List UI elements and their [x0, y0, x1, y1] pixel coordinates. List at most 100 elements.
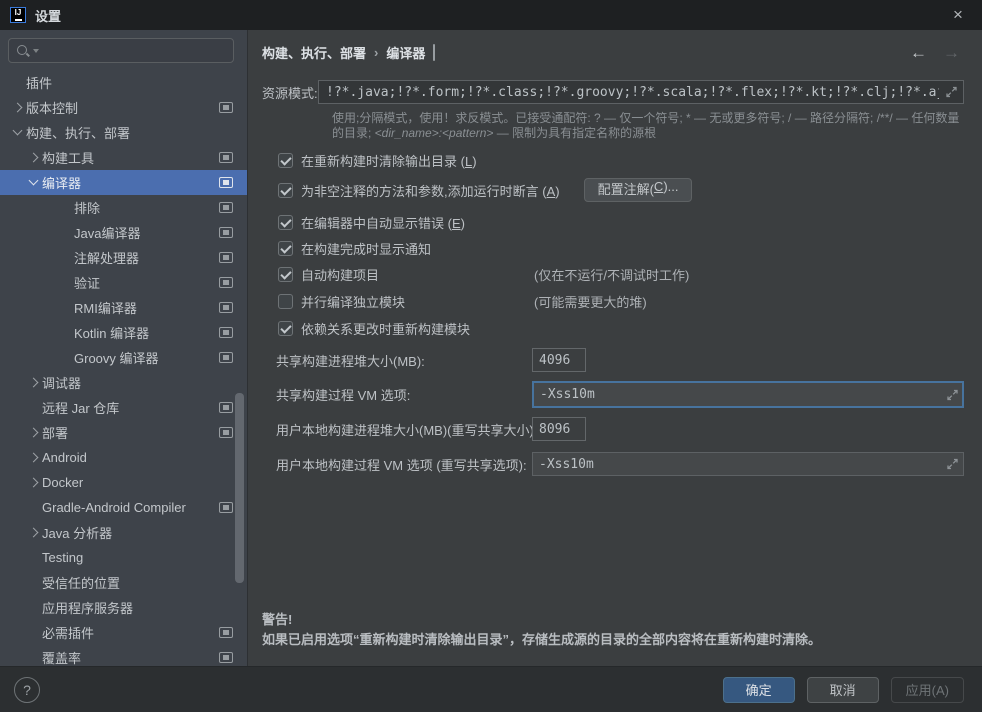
field-label: 用户本地构建过程 VM 选项 (重写共享选项):	[276, 455, 532, 474]
sidebar-item-20[interactable]: 受信任的位置	[0, 570, 247, 595]
resource-patterns-field	[318, 80, 964, 104]
sidebar-item-4[interactable]: 编译器	[0, 170, 247, 195]
chevron-icon	[58, 328, 74, 338]
expand-field-icon[interactable]	[946, 458, 959, 471]
checkbox-row: 依赖关系更改时重新构建模块	[262, 319, 964, 338]
field-input[interactable]	[532, 452, 964, 476]
field-input[interactable]	[532, 348, 586, 372]
close-button[interactable]: ×	[944, 1, 972, 29]
expand-field-icon[interactable]	[946, 388, 959, 401]
field-label: 共享构建进程堆大小(MB):	[276, 351, 532, 370]
chevron-icon	[26, 178, 42, 188]
checkbox[interactable]	[278, 267, 293, 282]
settings-search-box[interactable]	[8, 38, 234, 63]
dialog-body: 插件 版本控制 构建、执行、部署 构建工具 编译器 排除 Java编译器 注解处…	[0, 30, 982, 666]
checkbox[interactable]	[278, 241, 293, 256]
close-icon: ×	[953, 5, 963, 25]
expand-field-icon[interactable]	[945, 86, 958, 99]
resource-patterns-input[interactable]	[319, 85, 963, 100]
monitor-icon	[219, 427, 233, 438]
help-pattern-syntax: <dir_name>:<pattern>	[375, 126, 494, 140]
chevron-icon	[26, 528, 42, 538]
chevron-icon	[26, 628, 42, 638]
sidebar-item-1[interactable]: 版本控制	[0, 95, 247, 120]
configure-annotations-button[interactable]: 配置注解(C)...	[584, 178, 693, 202]
sidebar-item-5[interactable]: 排除	[0, 195, 247, 220]
sidebar-item-7[interactable]: 注解处理器	[0, 245, 247, 270]
sidebar-item-label: 覆盖率	[42, 648, 81, 666]
sidebar-item-12[interactable]: 调试器	[0, 370, 247, 395]
checkbox-row: 并行编译独立模块 (可能需要更大的堆)	[262, 292, 964, 311]
chevron-icon	[58, 303, 74, 313]
sidebar-item-23[interactable]: 覆盖率	[0, 645, 247, 666]
checkbox[interactable]	[278, 183, 293, 198]
checkbox[interactable]	[278, 153, 293, 168]
sidebar-item-19[interactable]: Testing	[0, 545, 247, 570]
sidebar-item-11[interactable]: Groovy 编译器	[0, 345, 247, 370]
checkbox-note: (仅在不运行/不调试时工作)	[534, 265, 689, 284]
sidebar-item-label: 排除	[74, 198, 100, 217]
sidebar-item-label: Groovy 编译器	[74, 348, 159, 367]
field-input-wrap	[532, 452, 964, 476]
checkbox[interactable]	[278, 294, 293, 309]
title-bar: IJ 设置 ×	[0, 0, 982, 30]
sidebar-item-10[interactable]: Kotlin 编译器	[0, 320, 247, 345]
sidebar-item-9[interactable]: RMI编译器	[0, 295, 247, 320]
build-process-fields: 共享构建进程堆大小(MB): 共享构建过程 VM 选项: 用户本地构建进程堆大小…	[262, 338, 964, 476]
sidebar-item-2[interactable]: 构建、执行、部署	[0, 120, 247, 145]
chevron-icon	[26, 403, 42, 413]
page-header: 构建、执行、部署 › 编译器 ← →	[248, 30, 982, 64]
help-button[interactable]: ?	[14, 677, 40, 703]
chevron-icon	[58, 253, 74, 263]
sidebar-item-label: Testing	[42, 550, 83, 565]
sidebar-scrollbar[interactable]	[235, 393, 244, 583]
sidebar-item-6[interactable]: Java编译器	[0, 220, 247, 245]
field-row-0: 共享构建进程堆大小(MB):	[262, 348, 964, 372]
sidebar-item-13[interactable]: 远程 Jar 仓库	[0, 395, 247, 420]
monitor-icon	[219, 327, 233, 338]
sidebar-item-22[interactable]: 必需插件	[0, 620, 247, 645]
monitor-icon	[219, 277, 233, 288]
sidebar-item-label: 构建工具	[42, 148, 94, 167]
sidebar-item-17[interactable]: Gradle-Android Compiler	[0, 495, 247, 520]
breadcrumb-parent[interactable]: 构建、执行、部署	[262, 43, 366, 62]
chevron-icon	[26, 378, 42, 388]
sidebar-item-label: 应用程序服务器	[42, 598, 133, 617]
checkbox-options: 在重新构建时清除输出目录 (L) 为非空注释的方法和参数,添加运行时断言 (A)…	[262, 141, 964, 338]
checkbox[interactable]	[278, 321, 293, 336]
cancel-button[interactable]: 取消	[807, 677, 879, 703]
sidebar-item-18[interactable]: Java 分析器	[0, 520, 247, 545]
chevron-icon	[26, 578, 42, 588]
search-history-chevron-icon[interactable]	[33, 49, 39, 53]
sidebar-item-label: 远程 Jar 仓库	[42, 398, 119, 417]
logo-monogram: IJ	[15, 9, 22, 17]
sidebar-item-15[interactable]: Android	[0, 445, 247, 470]
search-input[interactable]	[45, 42, 226, 59]
checkbox-label: 自动构建项目	[301, 265, 379, 284]
question-mark-icon: ?	[23, 682, 31, 698]
checkbox[interactable]	[278, 215, 293, 230]
back-arrow-icon[interactable]: ←	[910, 44, 927, 61]
sidebar-item-8[interactable]: 验证	[0, 270, 247, 295]
monitor-icon	[219, 352, 233, 363]
resource-patterns-label: 资源模式:	[262, 83, 318, 102]
checkbox-label: 并行编译独立模块	[301, 292, 405, 311]
sidebar-item-3[interactable]: 构建工具	[0, 145, 247, 170]
field-input[interactable]	[532, 381, 964, 408]
sidebar-item-14[interactable]: 部署	[0, 420, 247, 445]
sidebar-item-21[interactable]: 应用程序服务器	[0, 595, 247, 620]
settings-main-panel: 构建、执行、部署 › 编译器 ← → 资源模式:	[248, 30, 982, 666]
window-title: 设置	[35, 6, 61, 25]
ok-button[interactable]: 确定	[723, 677, 795, 703]
sidebar-item-label: RMI编译器	[74, 298, 137, 317]
sidebar-item-label: 编译器	[42, 173, 81, 192]
settings-sidebar: 插件 版本控制 构建、执行、部署 构建工具 编译器 排除 Java编译器 注解处…	[0, 30, 248, 666]
field-input[interactable]	[532, 417, 586, 441]
intellij-logo-icon: IJ	[10, 7, 26, 23]
chevron-icon	[10, 103, 26, 113]
checkbox-label: 在编辑器中自动显示错误 (E)	[301, 213, 465, 232]
chevron-icon	[10, 78, 26, 88]
sidebar-item-0[interactable]: 插件	[0, 70, 247, 95]
chevron-icon	[58, 203, 74, 213]
sidebar-item-16[interactable]: Docker	[0, 470, 247, 495]
